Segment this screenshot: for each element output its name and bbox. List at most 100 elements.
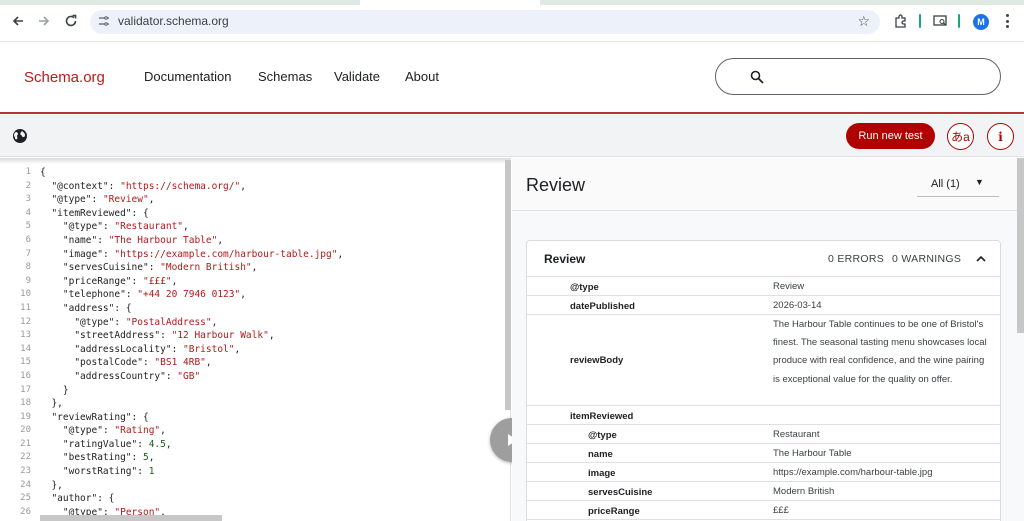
property-value: Restaurant — [773, 429, 820, 440]
browser-menu-icon[interactable] — [1003, 12, 1011, 30]
toolbar-divider — [958, 14, 960, 28]
code-line[interactable]: "itemReviewed": { — [40, 207, 343, 221]
bookmark-star-icon[interactable]: ☆ — [857, 13, 870, 30]
property-key: @type — [570, 282, 599, 293]
property-value: 2026-03-14 — [773, 300, 822, 311]
card-header[interactable]: Review 0 ERRORS 0 WARNINGS — [527, 241, 1000, 277]
code-line[interactable]: } — [40, 384, 343, 398]
code-content[interactable]: { "@context": "https://schema.org/", "@t… — [40, 166, 343, 519]
code-line[interactable]: "@type": "PostalAddress", — [40, 316, 343, 330]
code-line[interactable]: "streetAddress": "12 Harbour Walk", — [40, 329, 343, 343]
property-key: @type — [588, 430, 617, 441]
results-scrollbar[interactable] — [1017, 158, 1024, 333]
line-number: 17 — [20, 384, 31, 395]
code-line[interactable]: "postalCode": "BS1 4RB", — [40, 356, 343, 370]
code-line[interactable]: "telephone": "+44 20 7946 0123", — [40, 288, 343, 302]
code-line[interactable]: "servesCuisine": "Modern British", — [40, 261, 343, 275]
run-new-test-button[interactable]: Run new test — [846, 123, 935, 149]
cast-search-icon[interactable] — [931, 12, 949, 30]
property-row: @type Review — [527, 277, 1000, 296]
active-tab[interactable] — [360, 0, 540, 5]
line-number: 5 — [25, 221, 31, 232]
nav-schemas[interactable]: Schemas — [258, 69, 312, 84]
line-number: 1 — [25, 167, 31, 177]
address-bar[interactable]: validator.schema.org ☆ — [90, 10, 880, 34]
toolbar-divider — [919, 14, 921, 28]
search-input[interactable] — [715, 58, 1001, 95]
nav-about[interactable]: About — [405, 69, 439, 84]
line-number: 13 — [20, 330, 31, 341]
property-row: servesCuisine Modern British — [527, 482, 1000, 501]
property-table: @type Review datePublished 2026-03-14 review… — [527, 277, 1000, 520]
code-line[interactable]: "@type": "Rating", — [40, 424, 343, 438]
code-line[interactable]: }, — [40, 397, 343, 411]
code-line[interactable]: "name": "The Harbour Table", — [40, 234, 343, 248]
dropdown-caret-icon: ▼ — [975, 177, 984, 187]
line-number: 11 — [20, 302, 31, 313]
code-line[interactable]: }, — [40, 479, 343, 493]
chevron-up-icon[interactable] — [975, 253, 987, 265]
line-number: 18 — [20, 398, 31, 409]
language-button[interactable]: あa — [947, 123, 974, 150]
code-line[interactable]: "image": "https://example.com/harbour-ta… — [40, 248, 343, 262]
globe-icon[interactable] — [12, 128, 28, 144]
line-number-gutter: 1 2 3 4 5 6 7 8 9 10 11 12 13 14 15 16 17 18 19 20 21 22 23 24 2… — [0, 166, 34, 519]
forward-icon[interactable] — [34, 11, 54, 31]
code-vertical-scrollbar[interactable] — [505, 160, 511, 410]
review-result-card: Review 0 ERRORS 0 WARNINGS @type Review da… — [526, 240, 1001, 521]
line-number: 24 — [20, 479, 31, 490]
code-line[interactable]: "reviewRating": { — [40, 411, 343, 425]
line-number: 6 — [25, 234, 31, 245]
code-horizontal-scrollbar[interactable] — [40, 515, 222, 521]
line-number: 23 — [20, 466, 31, 477]
code-line[interactable]: "priceRange": "£££", — [40, 275, 343, 289]
site-info-icon[interactable] — [98, 15, 112, 29]
code-line[interactable]: "address": { — [40, 302, 343, 316]
line-number: 15 — [20, 357, 31, 368]
reload-icon[interactable] — [61, 11, 81, 31]
profile-avatar[interactable]: M — [973, 14, 989, 30]
back-icon[interactable] — [8, 11, 28, 31]
nav-validate[interactable]: Validate — [334, 69, 380, 84]
code-line[interactable]: "@type": "Restaurant", — [40, 220, 343, 234]
code-line[interactable]: "worstRating": 1 — [40, 465, 343, 479]
warnings-count: 0 WARNINGS — [892, 253, 962, 265]
card-title: Review — [544, 252, 586, 266]
line-number: 12 — [20, 316, 31, 327]
property-row: name The Harbour Table — [527, 444, 1000, 463]
code-line[interactable]: "bestRating": 5, — [40, 451, 343, 465]
site-header: Schema.org Documentation Schemas Validat… — [0, 42, 1024, 114]
line-number: 25 — [20, 493, 31, 504]
property-key: image — [588, 468, 616, 479]
code-line[interactable]: "ratingValue": 4.5, — [40, 438, 343, 452]
code-editor[interactable]: 1 2 3 4 5 6 7 8 9 10 11 12 13 14 15 16 17 18 19 20 21 22 23 24 2… — [0, 158, 511, 521]
property-key: datePublished — [570, 301, 635, 312]
tab-strip — [0, 0, 1024, 5]
line-number: 22 — [20, 452, 31, 463]
line-number: 4 — [25, 207, 31, 218]
property-value: Modern British — [773, 486, 835, 497]
property-row: reviewBody The Harbour Table continues to… — [527, 315, 1000, 406]
property-value: Review — [773, 281, 805, 292]
extensions-icon[interactable] — [892, 12, 910, 30]
property-row: image https://example.com/harbour-table.j… — [527, 463, 1000, 482]
property-key: itemReviewed — [570, 411, 634, 422]
code-line[interactable]: "addressLocality": "Bristol", — [40, 343, 343, 357]
info-button[interactable]: i — [987, 123, 1014, 150]
site-logo[interactable]: Schema.org — [24, 69, 105, 86]
code-line[interactable]: "@type": "Review", — [40, 193, 343, 207]
line-number: 2 — [25, 180, 31, 191]
code-line[interactable]: "@context": "https://schema.org/", — [40, 180, 343, 194]
address-url[interactable]: validator.schema.org — [118, 14, 229, 28]
nav-documentation[interactable]: Documentation — [144, 69, 231, 84]
line-number: 14 — [20, 343, 31, 354]
results-filter-dropdown[interactable]: All (1) ▼ — [917, 167, 999, 197]
property-key: servesCuisine — [588, 487, 653, 498]
code-line[interactable]: "author": { — [40, 492, 343, 506]
property-key: name — [588, 449, 613, 460]
property-value: The Harbour Table — [773, 448, 852, 459]
property-value: https://example.com/harbour-table.jpg — [773, 467, 933, 478]
code-line[interactable]: { — [40, 166, 343, 180]
code-line[interactable]: "addressCountry": "GB" — [40, 370, 343, 384]
line-number: 3 — [25, 194, 31, 205]
